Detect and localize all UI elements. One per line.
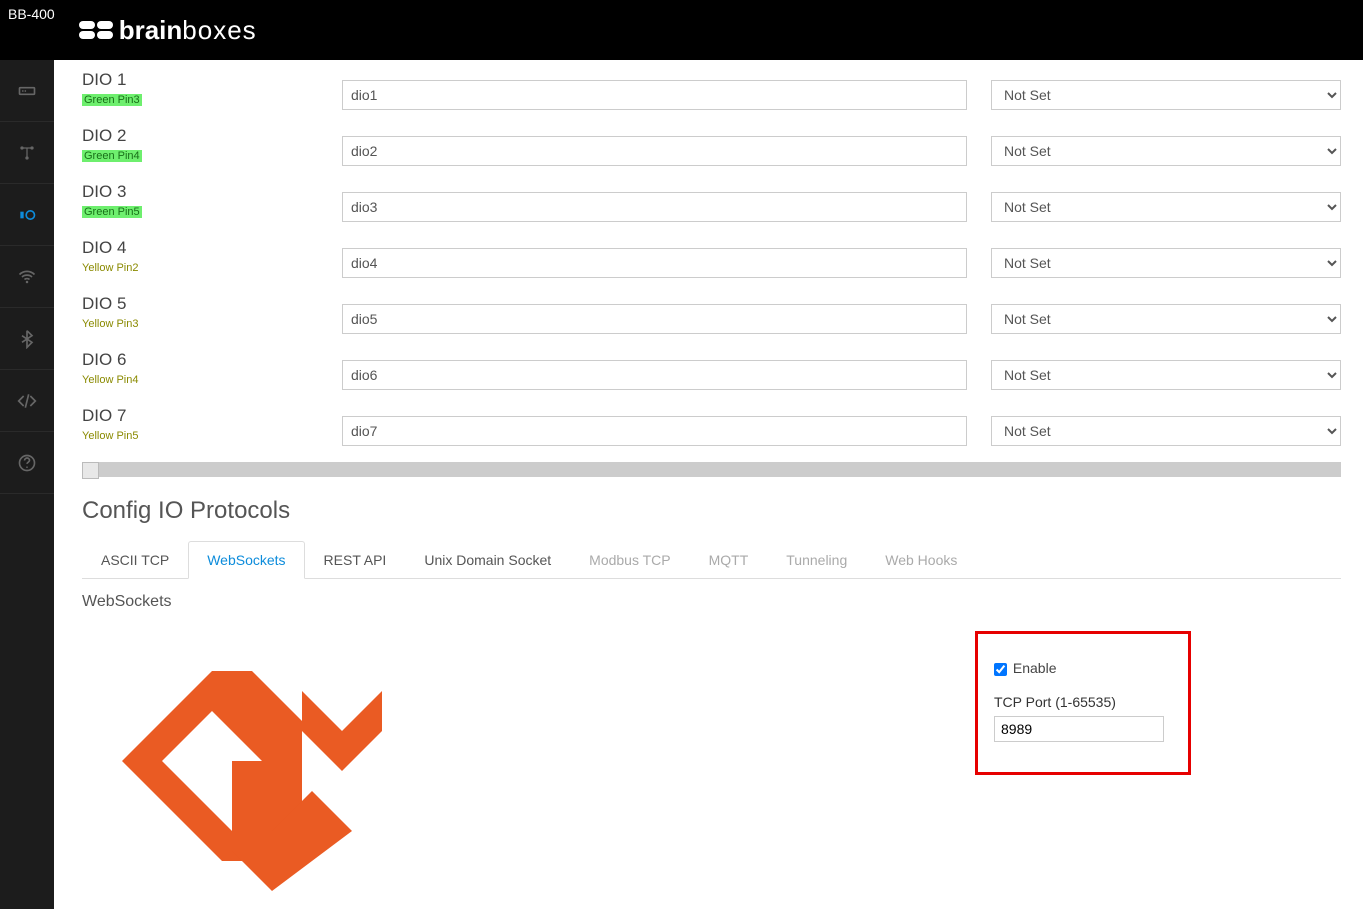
dio-row: DIO 7 Yellow Pin5 Not Set [82, 406, 1341, 446]
dio-pin-badge: Yellow Pin5 [82, 430, 138, 442]
dio-value-input[interactable] [342, 248, 967, 278]
section-title: Config IO Protocols [82, 497, 1341, 525]
brand-logo-text: brainboxes [119, 15, 257, 46]
dio-value-input[interactable] [342, 360, 967, 390]
dio-select[interactable]: Not Set [991, 416, 1341, 446]
help-icon [17, 453, 37, 473]
dio-name: DIO 6 [82, 350, 322, 370]
dio-value-input[interactable] [342, 416, 967, 446]
code-icon [17, 391, 37, 411]
tab-ascii-tcp[interactable]: ASCII TCP [82, 541, 188, 579]
dio-pin-badge: Green Pin4 [82, 150, 142, 162]
device-model: BB-400 [8, 6, 55, 22]
sidebar-item-bluetooth[interactable] [0, 308, 54, 370]
dio-name: DIO 2 [82, 126, 322, 146]
websockets-config-panel: Enable TCP Port (1-65535) [975, 631, 1191, 775]
dio-row: DIO 5 Yellow Pin3 Not Set [82, 294, 1341, 334]
dio-pin-badge: Yellow Pin2 [82, 262, 138, 274]
dio-row: DIO 3 Green Pin5 Not Set [82, 182, 1341, 222]
sidebar-item-code[interactable] [0, 370, 54, 432]
tab-unix-domain-socket[interactable]: Unix Domain Socket [405, 541, 570, 579]
dio-pin-badge: Yellow Pin4 [82, 374, 138, 386]
sidebar-item-help[interactable] [0, 432, 54, 494]
dio-name: DIO 3 [82, 182, 322, 202]
tcp-port-input[interactable] [994, 716, 1164, 742]
dio-select[interactable]: Not Set [991, 248, 1341, 278]
dio-name: DIO 1 [82, 70, 322, 90]
dio-select[interactable]: Not Set [991, 80, 1341, 110]
dio-pin-badge: Green Pin5 [82, 206, 142, 218]
dio-select[interactable]: Not Set [991, 360, 1341, 390]
dio-select[interactable]: Not Set [991, 192, 1341, 222]
io-icon [17, 205, 37, 225]
dio-row: DIO 1 Green Pin3 Not Set [82, 70, 1341, 110]
device-icon [17, 81, 37, 101]
dio-row: DIO 2 Green Pin4 Not Set [82, 126, 1341, 166]
dio-value-input[interactable] [342, 304, 967, 334]
wifi-icon [17, 267, 37, 287]
websockets-title: WebSockets [82, 593, 1341, 611]
dio-value-input[interactable] [342, 136, 967, 166]
sidebar-item-device[interactable] [0, 60, 54, 122]
enable-checkbox-label[interactable]: Enable [994, 660, 1056, 676]
tab-websockets[interactable]: WebSockets [188, 541, 304, 579]
dio-select[interactable]: Not Set [991, 304, 1341, 334]
tab-web-hooks: Web Hooks [866, 541, 976, 579]
brand-logo-icon [75, 12, 115, 48]
enable-checkbox[interactable] [994, 663, 1007, 676]
bluetooth-icon [17, 329, 37, 349]
protocol-tabs: ASCII TCPWebSocketsREST APIUnix Domain S… [82, 541, 1341, 579]
dio-pin-badge: Yellow Pin3 [82, 318, 138, 330]
tab-mqtt: MQTT [690, 541, 768, 579]
dio-value-input[interactable] [342, 192, 967, 222]
brand-logo: brainboxes [75, 12, 257, 48]
dio-name: DIO 4 [82, 238, 322, 258]
dio-row: DIO 4 Yellow Pin2 Not Set [82, 238, 1341, 278]
main-content: DIO 1 Green Pin3 Not Set DIO 2 Green Pin4 Not… [54, 60, 1363, 909]
horizontal-scrollbar[interactable] [82, 462, 1341, 477]
app-header: BB-400 brainboxes [0, 0, 1363, 60]
sidebar-nav [0, 60, 54, 909]
sidebar-item-io-config[interactable] [0, 184, 54, 246]
sidebar-item-wifi[interactable] [0, 246, 54, 308]
tab-tunneling: Tunneling [767, 541, 866, 579]
dio-value-input[interactable] [342, 80, 967, 110]
tcp-port-label: TCP Port (1-65535) [994, 694, 1172, 710]
dio-pin-badge: Green Pin3 [82, 94, 142, 106]
sidebar-item-network[interactable] [0, 122, 54, 184]
dio-name: DIO 5 [82, 294, 322, 314]
nodes-icon [17, 143, 37, 163]
tab-modbus-tcp: Modbus TCP [570, 541, 689, 579]
tab-rest-api[interactable]: REST API [305, 541, 406, 579]
dio-name: DIO 7 [82, 406, 322, 426]
dio-row: DIO 6 Yellow Pin4 Not Set [82, 350, 1341, 390]
dio-select[interactable]: Not Set [991, 136, 1341, 166]
websockets-logo-icon [82, 631, 392, 891]
